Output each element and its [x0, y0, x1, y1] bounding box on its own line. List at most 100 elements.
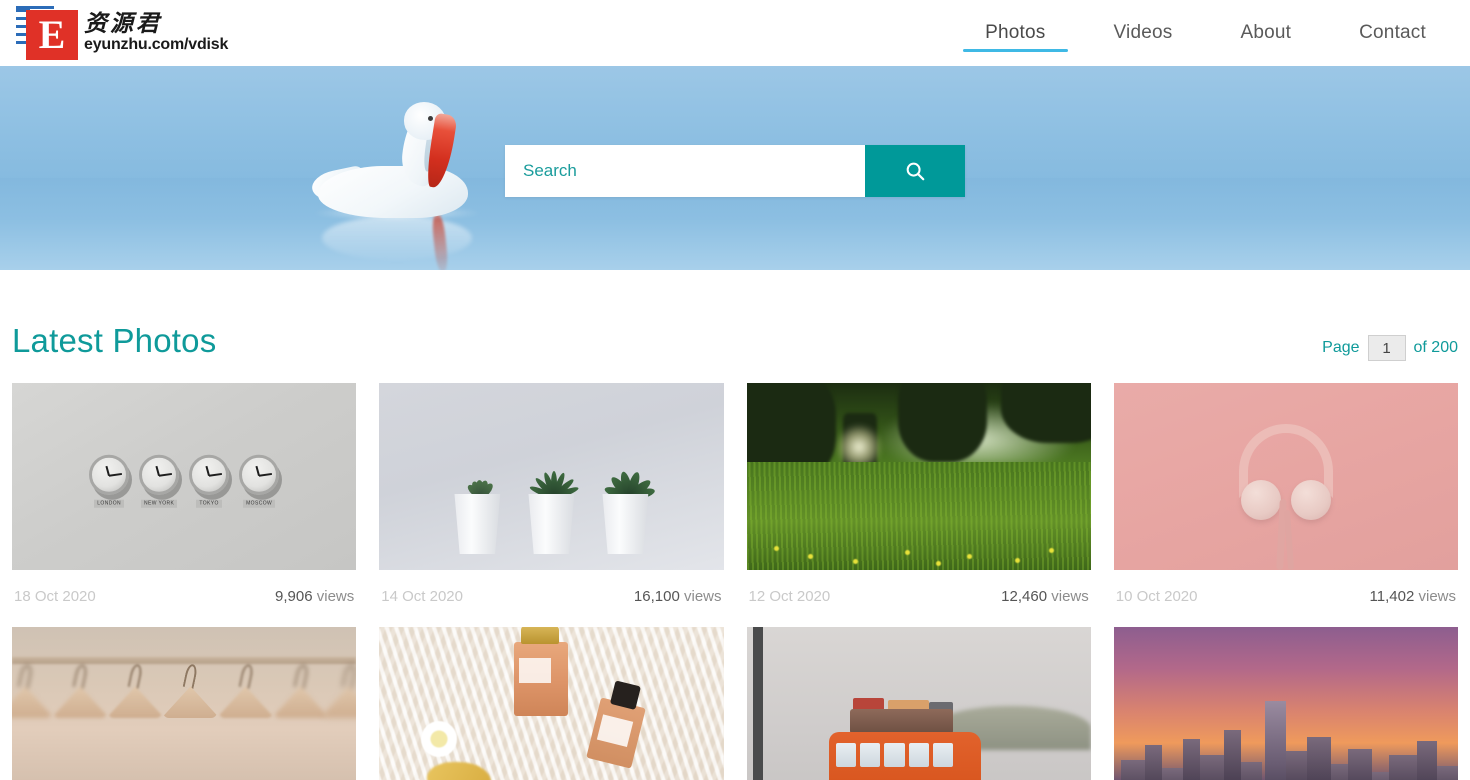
bottle-label	[596, 714, 633, 747]
skyline-buildings	[1114, 700, 1458, 780]
photo-meta: 18 Oct 2020 9,906 views	[12, 570, 356, 627]
clock-label: LONDON	[94, 499, 125, 508]
clock-icon	[189, 454, 230, 495]
pot-shape	[602, 494, 649, 554]
nav-label: Photos	[985, 22, 1046, 43]
photo-meta: 12 Oct 2020 12,460 views	[747, 570, 1091, 627]
photo-grid: LONDON NEW YORK TOKYO MOSCOW 18 Oct 2020…	[12, 383, 1458, 780]
plant-leaves	[448, 463, 506, 500]
photo-thumbnail[interactable]	[746, 627, 1091, 780]
nav-label: Contact	[1359, 22, 1426, 43]
photo-date: 10 Oct 2020	[1115, 588, 1198, 605]
van-windows	[836, 742, 954, 768]
clock-unit: NEW YORK	[139, 454, 180, 508]
clock-icon	[139, 454, 180, 495]
photo-card[interactable]: 12 Oct 2020 12,460 views	[746, 383, 1091, 627]
photo-image-plants	[379, 383, 724, 570]
photo-views: 9,906 views	[275, 588, 354, 605]
main-content: Latest Photos Page of 200 LONDON	[0, 270, 1470, 780]
photo-thumbnail[interactable]	[379, 383, 724, 570]
plant-pot	[448, 463, 506, 554]
plant-pot-row	[448, 463, 657, 554]
plant-pot	[522, 463, 580, 554]
photo-image-perfume	[379, 627, 724, 780]
photo-thumbnail[interactable]	[12, 627, 357, 780]
views-label: views	[683, 588, 722, 605]
photo-card[interactable]: LONDON NEW YORK TOKYO MOSCOW 18 Oct 2020…	[12, 383, 357, 627]
pelican-illustration	[309, 98, 518, 270]
pelican-eye	[428, 116, 433, 121]
views-label: views	[1051, 588, 1089, 605]
photo-thumbnail[interactable]	[1113, 627, 1458, 780]
photo-card[interactable]	[1113, 627, 1458, 780]
nav-label: About	[1240, 22, 1292, 43]
search-bar	[505, 145, 965, 197]
section-header: Latest Photos Page of 200	[12, 270, 1458, 383]
pot-shape	[454, 494, 501, 554]
photo-views: 16,100 views	[634, 588, 722, 605]
clock-label: TOKYO	[196, 499, 222, 508]
clock-row: LONDON NEW YORK TOKYO MOSCOW	[89, 454, 280, 508]
search-input[interactable]	[505, 145, 865, 197]
search-icon	[906, 162, 925, 181]
pager-prefix-label: Page	[1322, 339, 1360, 356]
views-label: views	[316, 588, 355, 605]
perfume-bottle-large	[513, 627, 568, 716]
main-navigation: Photos Videos About Contact	[951, 0, 1460, 66]
photo-views-count: 9,906	[275, 588, 313, 605]
background-post	[753, 627, 764, 780]
clock-label: MOSCOW	[243, 499, 276, 508]
bottle-cap	[521, 627, 559, 644]
photo-card[interactable]	[12, 627, 357, 780]
bottle-label	[518, 658, 552, 684]
photo-image-meadow	[746, 383, 1091, 570]
photo-views-count: 11,402	[1369, 588, 1415, 605]
pagination-control: Page of 200	[1322, 335, 1458, 365]
photo-image-skyline	[1113, 627, 1458, 780]
photo-card[interactable]	[746, 627, 1091, 780]
headphone-cord	[1283, 510, 1294, 570]
photo-image-van	[746, 627, 1091, 780]
page-title: Latest Photos	[12, 322, 217, 359]
flower	[420, 720, 457, 757]
plant-leaves	[596, 463, 657, 502]
headphone-cup-right	[1290, 480, 1331, 521]
photo-card[interactable]: 10 Oct 2020 11,402 views	[1113, 383, 1458, 627]
grass-field	[746, 461, 1091, 570]
nav-item-videos[interactable]: Videos	[1092, 0, 1195, 66]
pot-shape	[528, 494, 575, 554]
photo-thumbnail[interactable]	[379, 627, 724, 780]
clock-unit: LONDON	[89, 454, 130, 508]
photo-meta: 10 Oct 2020 11,402 views	[1114, 570, 1458, 627]
photo-views: 11,402 views	[1370, 588, 1456, 605]
headphone-cup-left	[1240, 480, 1281, 521]
nav-item-contact[interactable]: Contact	[1337, 0, 1448, 66]
page-number-input[interactable]	[1367, 335, 1406, 361]
clock-label: NEW YORK	[140, 499, 178, 508]
nav-item-photos[interactable]: Photos	[963, 0, 1068, 66]
clothes-rail	[12, 656, 357, 664]
photo-views-count: 16,100	[633, 588, 680, 605]
views-label: views	[1418, 588, 1456, 605]
bottle-cap	[609, 680, 641, 710]
pager-suffix-label: of 200	[1413, 339, 1458, 356]
plant-pot	[596, 463, 657, 554]
photo-image-clocks: LONDON NEW YORK TOKYO MOSCOW	[12, 383, 357, 570]
photo-views: 12,460 views	[1001, 588, 1089, 605]
search-submit-button[interactable]	[865, 145, 965, 197]
photo-card[interactable]	[379, 627, 724, 780]
hero-banner	[0, 66, 1470, 270]
photo-date: 18 Oct 2020	[14, 588, 96, 605]
site-header: Photos Videos About Contact	[0, 0, 1470, 66]
photo-thumbnail[interactable]	[746, 383, 1091, 570]
photo-card[interactable]: 14 Oct 2020 16,100 views	[379, 383, 724, 627]
clock-unit: TOKYO	[189, 454, 230, 508]
nav-item-about[interactable]: About	[1218, 0, 1313, 66]
photo-thumbnail[interactable]: LONDON NEW YORK TOKYO MOSCOW	[12, 383, 357, 570]
roof-rack	[849, 709, 954, 734]
photo-image-headphones	[1113, 383, 1458, 570]
photo-meta: 14 Oct 2020 16,100 views	[379, 570, 723, 627]
clock-icon	[89, 454, 130, 495]
photo-thumbnail[interactable]	[1113, 383, 1458, 570]
nav-label: Videos	[1113, 22, 1173, 43]
